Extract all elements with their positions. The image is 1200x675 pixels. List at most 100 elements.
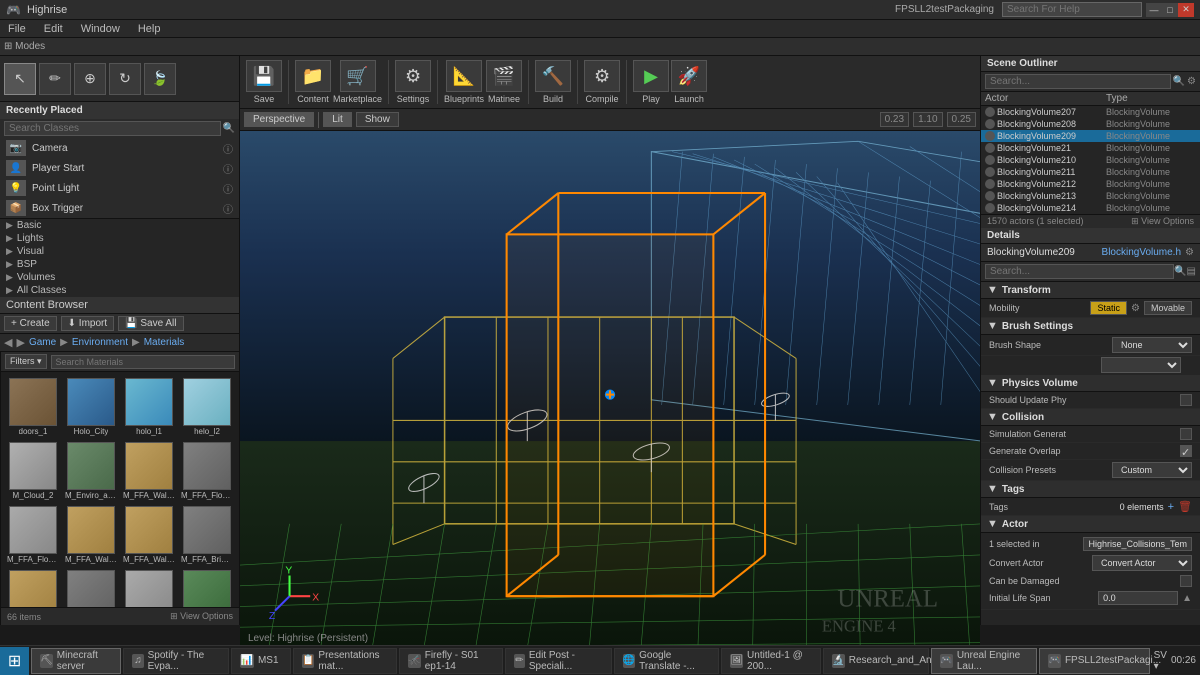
mat-env-assets[interactable]: M_Enviro_assets_01 (63, 440, 119, 502)
matinee-group[interactable]: 🎬 Matinee (486, 60, 522, 104)
marketplace-group[interactable]: 🛒 Marketplace (333, 60, 382, 104)
mat-ffa-wall05[interactable]: M_FFA_Wall_05 (63, 568, 119, 607)
filters-button[interactable]: Filters ▾ (5, 354, 47, 369)
mat-floor-lights[interactable]: M_Floor_Lights (121, 568, 177, 607)
brush-shape-select[interactable]: None (1112, 337, 1192, 353)
class-point-light[interactable]: 💡 Point Light ⓘ (0, 178, 239, 198)
mat-helo-l2[interactable]: helo_l2 (179, 376, 235, 438)
blueprints-group[interactable]: 📐 Blueprints (444, 60, 484, 104)
actor-row-21[interactable]: BlockingVolume21 BlockingVolume (981, 142, 1200, 154)
view-options-outliner[interactable]: ⊞ View Options (1131, 216, 1194, 227)
visibility-toggle-209[interactable] (985, 131, 995, 141)
cat-lights[interactable]: ▶Lights (0, 232, 239, 245)
taskbar-ms1[interactable]: 📊 MS1 (231, 648, 291, 674)
actor-section-header[interactable]: ▼ Actor (981, 516, 1200, 533)
actor-row-207[interactable]: BlockingVolume207 BlockingVolume (981, 106, 1200, 118)
details-columns-icon[interactable]: ▤ (1187, 266, 1196, 277)
show-button[interactable]: Show (356, 112, 399, 127)
leaf-tool[interactable]: 🍃 (144, 63, 176, 95)
menu-help[interactable]: Help (134, 23, 165, 35)
mat-ffa-floor02[interactable]: M_FFA_Floor_02 (179, 440, 235, 502)
cat-all-classes[interactable]: ▶All Classes (0, 284, 239, 297)
maximize-btn[interactable]: □ (1162, 3, 1178, 17)
visibility-toggle-212[interactable] (985, 179, 995, 189)
actor-row-212[interactable]: BlockingVolume212 BlockingVolume (981, 178, 1200, 190)
perspective-button[interactable]: Perspective (244, 112, 314, 127)
outliner-search-input[interactable] (985, 74, 1171, 89)
details-settings-icon[interactable]: ⚙ (1185, 247, 1194, 258)
settings-group[interactable]: ⚙ Settings (395, 60, 431, 104)
class-box-trigger[interactable]: 📦 Box Trigger ⓘ (0, 198, 239, 218)
taskbar-firefly[interactable]: 🦟 Firefly - S01 ep1-14 (399, 648, 502, 674)
should-update-checkbox[interactable] (1180, 394, 1192, 406)
visibility-toggle-208[interactable] (985, 119, 995, 129)
path-game[interactable]: Game (29, 337, 56, 348)
material-search-input[interactable] (51, 355, 235, 369)
compile-group[interactable]: ⚙ Compile (584, 60, 620, 104)
lit-button[interactable]: Lit (323, 112, 352, 127)
mat-cloud-2[interactable]: M_Cloud_2 (5, 440, 61, 502)
details-search-input[interactable] (985, 264, 1174, 279)
nav-back[interactable]: ◀ (4, 336, 12, 349)
physics-volume-section-header[interactable]: ▼ Physics Volume (981, 375, 1200, 392)
play-group[interactable]: ▶ Play (633, 60, 669, 104)
tags-section-header[interactable]: ▼ Tags (981, 481, 1200, 498)
launch-group[interactable]: 🚀 Launch (671, 60, 707, 104)
mat-ffa-floor-dark[interactable]: M_FFA_Floor_Dark_02 (5, 504, 61, 566)
visibility-toggle-214[interactable] (985, 203, 995, 213)
actor-row-210[interactable]: BlockingVolume210 BlockingVolume (981, 154, 1200, 166)
viewport[interactable]: UNREAL ENGINE 4 X Y Z Level: Highrise (P… (240, 131, 980, 648)
actor-row-211[interactable]: BlockingVolume211 BlockingVolume (981, 166, 1200, 178)
add-tag-button[interactable]: + (1168, 501, 1174, 513)
actor-row-209[interactable]: BlockingVolume209 BlockingVolume (981, 130, 1200, 142)
help-search[interactable] (1002, 2, 1142, 17)
import-button[interactable]: ⬇ Import (61, 316, 115, 331)
save-group[interactable]: 💾 Save (246, 60, 282, 104)
actor-row-208[interactable]: BlockingVolume208 BlockingVolume (981, 118, 1200, 130)
convert-actor-select[interactable]: Convert Actor (1092, 555, 1192, 571)
collision-section-header[interactable]: ▼ Collision (981, 409, 1200, 426)
outliner-options-icon[interactable]: ⚙ (1187, 76, 1196, 87)
menu-file[interactable]: File (4, 23, 30, 35)
collision-presets-select[interactable]: Custom (1112, 462, 1192, 478)
view-options-button[interactable]: ⊞ View Options (170, 611, 233, 622)
movable-button[interactable]: Movable (1144, 301, 1192, 315)
mat-ffa-wallplate[interactable]: M_FFA_WallPlate (121, 440, 177, 502)
visibility-toggle-211[interactable] (985, 167, 995, 177)
cat-basic[interactable]: ▶Basic (0, 219, 239, 232)
taskbar-research[interactable]: 🔬 Research_and_An... (823, 648, 929, 674)
content-group[interactable]: 📁 Content (295, 60, 331, 104)
minimize-btn[interactable]: — (1146, 3, 1162, 17)
close-btn[interactable]: ✕ (1178, 3, 1194, 17)
taskbar-fps-packaging[interactable]: 🎮 FPSLL2testPackagi... (1039, 648, 1149, 674)
mat-holo-l1[interactable]: holo_l1 (121, 376, 177, 438)
taskbar-minecraft[interactable]: ⛏ Minecraft server (31, 648, 121, 674)
tray-sv[interactable]: SV ▾ (1154, 650, 1167, 672)
life-span-up-icon[interactable]: ▲ (1182, 593, 1192, 604)
class-camera[interactable]: 📷 Camera ⓘ (0, 138, 239, 158)
create-button[interactable]: + Create (4, 316, 57, 331)
select-tool[interactable]: ↖ (4, 63, 36, 95)
class-search-input[interactable] (4, 121, 221, 136)
mat-holo-city[interactable]: Holo_City (63, 376, 119, 438)
actor-row-213[interactable]: BlockingVolume213 BlockingVolume (981, 190, 1200, 202)
delete-tag-button[interactable]: 🗑 (1178, 500, 1192, 513)
path-environment[interactable]: Environment (72, 337, 128, 348)
visibility-toggle-207[interactable] (985, 107, 995, 117)
brush-shape-sub-select[interactable] (1101, 357, 1181, 373)
mat-forest-02[interactable]: M_Forest_02 (179, 568, 235, 607)
start-button[interactable]: ⊞ (0, 647, 29, 675)
taskbar-spotify[interactable]: ♫ Spotify - The Evpa... (123, 648, 229, 674)
rotate-tool[interactable]: ↻ (109, 63, 141, 95)
actor-row-214[interactable]: BlockingVolume214 BlockingVolume (981, 202, 1200, 214)
pencil-tool[interactable]: ✏ (39, 63, 71, 95)
build-group[interactable]: 🔨 Build (535, 60, 571, 104)
static-button[interactable]: Static (1090, 301, 1127, 315)
mat-ffa-wall04[interactable]: M_FFA_Wall_04 (121, 504, 177, 566)
modes-label[interactable]: ⊞ Modes (4, 41, 45, 52)
taskbar-presentations[interactable]: 📋 Presentations mat... (293, 648, 397, 674)
simulation-checkbox[interactable] (1180, 428, 1192, 440)
menu-window[interactable]: Window (77, 23, 124, 35)
transform-section-header[interactable]: ▼ Transform (981, 282, 1200, 299)
path-materials[interactable]: Materials (144, 337, 185, 348)
